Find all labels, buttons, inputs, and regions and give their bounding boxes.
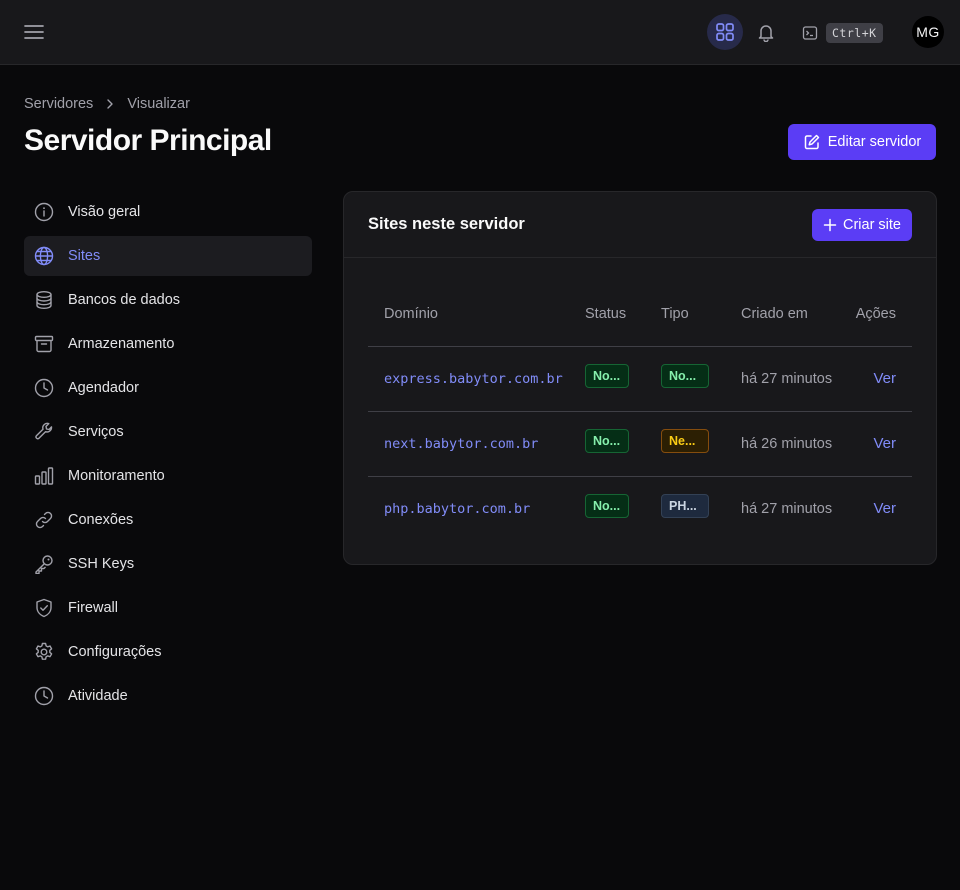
edit-server-label: Editar servidor <box>827 134 922 150</box>
sidebar-item-label: Visão geral <box>68 204 141 220</box>
edit-server-button[interactable]: Editar servidor <box>788 124 936 160</box>
user-avatar[interactable]: MG <box>912 16 944 48</box>
status-badge: No... <box>585 428 629 453</box>
column-header-domain: Domínio <box>384 305 438 322</box>
sidebar-item-label: Monitoramento <box>68 468 165 484</box>
sidebar-item-servicos[interactable]: Serviços <box>24 412 312 452</box>
type-badge: No... <box>661 363 709 388</box>
sidebar-item-monitoramento[interactable]: Monitoramento <box>24 456 312 496</box>
page-title: Servidor Principal <box>24 124 272 157</box>
sidebar-item-bancos-de-dados[interactable]: Bancos de dados <box>24 280 312 320</box>
created-time: há 26 minutos <box>741 435 833 452</box>
sites-card-header: Sites neste servidor Criar site <box>344 192 936 258</box>
column-header-status: Status <box>585 305 627 322</box>
breadcrumb-servidores[interactable]: Servidores <box>24 96 93 112</box>
sites-card: Sites neste servidor Criar site Domínio … <box>343 191 937 565</box>
clock-icon <box>34 378 54 398</box>
sidebar-item-conexoes[interactable]: Conexões <box>24 500 312 540</box>
bell-icon <box>758 25 774 42</box>
table-row: express.babytor.com.br No... No... há 27… <box>368 345 912 411</box>
status-badge: No... <box>585 493 629 518</box>
status-badge: No... <box>585 363 629 388</box>
edit-icon <box>804 134 819 150</box>
sidebar-item-firewall[interactable]: Firewall <box>24 588 312 628</box>
gear-icon <box>34 642 54 662</box>
type-badge: PH... <box>661 493 709 518</box>
sidebar-item-configuracoes[interactable]: Configurações <box>24 632 312 672</box>
info-icon <box>34 202 54 222</box>
sidebar-item-label: Conexões <box>68 512 134 528</box>
table-row: php.babytor.com.br No... PH... há 27 min… <box>368 475 912 541</box>
bar-chart-icon <box>34 466 54 486</box>
menu-button[interactable] <box>20 18 48 46</box>
sidebar-item-ssh-keys[interactable]: SSH Keys <box>24 544 312 584</box>
notifications-button[interactable] <box>752 18 780 46</box>
sidebar-item-atividade[interactable]: Atividade <box>24 676 312 716</box>
sidebar-item-agendador[interactable]: Agendador <box>24 368 312 408</box>
archive-icon <box>34 334 54 354</box>
command-palette-button[interactable]: Ctrl+K <box>802 20 883 46</box>
sidebar-item-label: SSH Keys <box>68 556 135 572</box>
create-site-button[interactable]: Criar site <box>812 209 912 241</box>
column-header-actions: Ações <box>855 305 896 322</box>
chevron-right-icon <box>107 99 114 109</box>
view-site-link[interactable]: Ver <box>873 500 896 517</box>
create-site-label: Criar site <box>842 217 901 233</box>
view-site-link[interactable]: Ver <box>873 435 896 452</box>
wrench-icon <box>34 422 54 442</box>
key-icon <box>34 554 54 574</box>
server-sidebar: Visão geral Sites Bancos de dados Armaze… <box>24 192 312 720</box>
database-icon <box>34 290 54 310</box>
terminal-icon <box>802 26 818 40</box>
sidebar-item-label: Agendador <box>68 380 139 396</box>
site-domain-link[interactable]: express.babytor.com.br <box>384 371 563 387</box>
sidebar-item-label: Sites <box>68 248 101 264</box>
site-domain-link[interactable]: next.babytor.com.br <box>384 436 538 452</box>
sidebar-item-sites[interactable]: Sites <box>24 236 312 276</box>
hamburger-icon <box>24 25 44 39</box>
clock-icon <box>34 686 54 706</box>
created-time: há 27 minutos <box>741 500 833 517</box>
sidebar-item-visao-geral[interactable]: Visão geral <box>24 192 312 232</box>
link-icon <box>34 510 54 530</box>
sidebar-item-label: Armazenamento <box>68 336 175 352</box>
plus-icon <box>823 218 837 232</box>
globe-icon <box>34 246 54 266</box>
sites-card-title: Sites neste servidor <box>368 215 525 233</box>
view-site-link[interactable]: Ver <box>873 370 896 387</box>
breadcrumb: Servidores Visualizar <box>24 96 190 112</box>
sidebar-item-label: Configurações <box>68 644 162 660</box>
sidebar-item-armazenamento[interactable]: Armazenamento <box>24 324 312 364</box>
apps-button[interactable] <box>707 14 743 50</box>
table-row: next.babytor.com.br No... Ne... há 26 mi… <box>368 410 912 476</box>
grid-icon <box>716 23 734 41</box>
sidebar-item-label: Bancos de dados <box>68 292 181 308</box>
sidebar-item-label: Firewall <box>68 600 118 616</box>
sidebar-item-label: Serviços <box>68 424 124 440</box>
shield-check-icon <box>34 598 54 618</box>
breadcrumb-current: Visualizar <box>127 96 190 112</box>
created-time: há 27 minutos <box>741 370 833 387</box>
column-header-created: Criado em <box>741 305 808 322</box>
sites-table: Domínio Status Tipo Criado em Ações expr… <box>368 282 912 541</box>
table-header-row: Domínio Status Tipo Criado em Ações <box>368 282 912 346</box>
shortcut-hint: Ctrl+K <box>826 23 883 43</box>
column-header-type: Tipo <box>661 305 689 322</box>
sidebar-item-label: Atividade <box>68 688 128 704</box>
type-badge: Ne... <box>661 428 709 453</box>
site-domain-link[interactable]: php.babytor.com.br <box>384 501 530 517</box>
top-bar: Ctrl+K MG <box>0 0 960 65</box>
